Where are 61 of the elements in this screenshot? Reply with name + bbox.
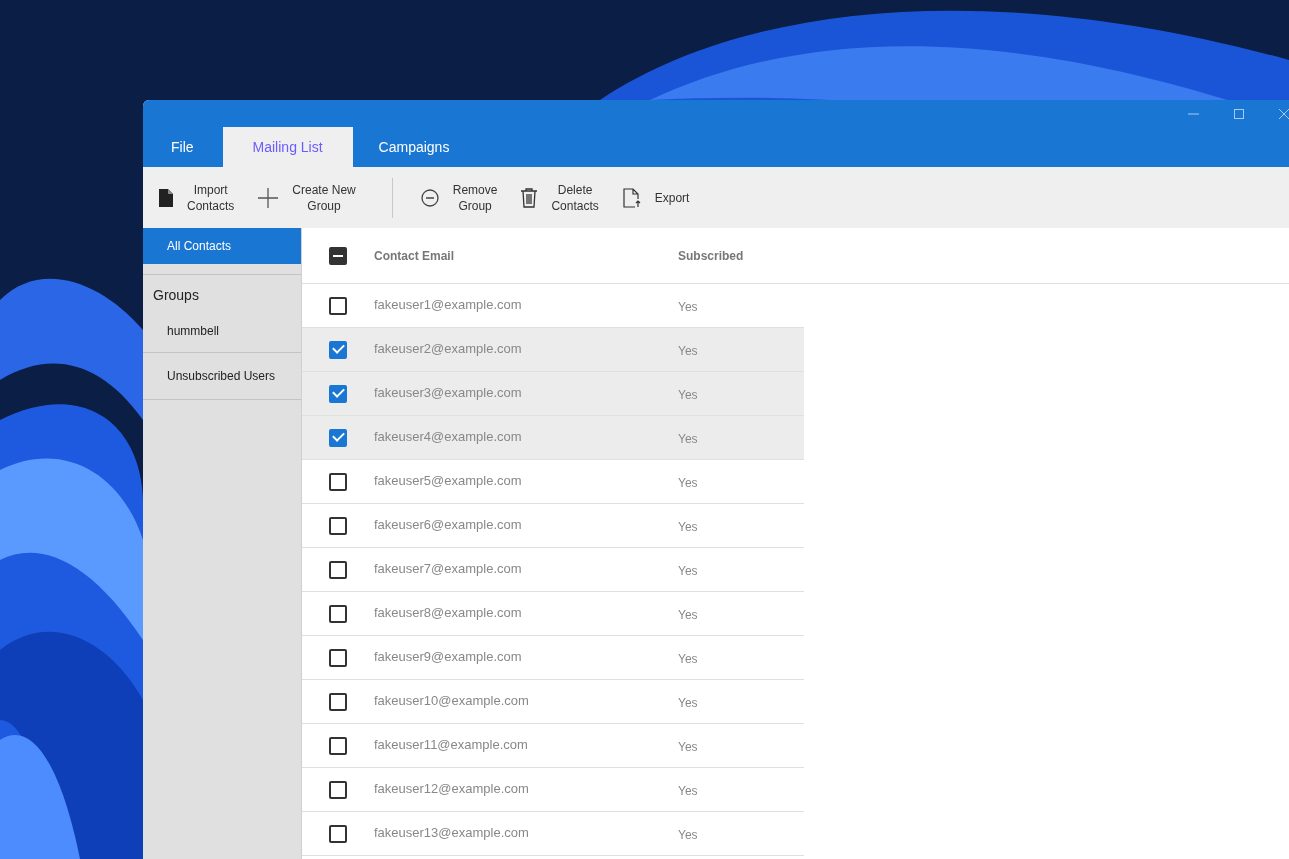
sidebar-item[interactable]: Unsubscribed Users [143, 353, 301, 400]
sidebar-item[interactable]: All Contacts [143, 228, 301, 264]
row-checkbox[interactable] [329, 824, 347, 843]
subscribed-cell: Yes [678, 387, 698, 402]
subscribed-cell: Yes [678, 783, 698, 798]
column-header[interactable]: Contact Email [374, 248, 678, 263]
email-cell-text: fakeuser3@example.com [374, 385, 523, 400]
email-cell-text: fakeuser12@example.com [374, 781, 530, 796]
maximize-icon[interactable] [1234, 108, 1244, 119]
subscribed-cell: Yes [678, 695, 698, 710]
subscribed-cell: Yes [678, 563, 698, 578]
subscribed-cell: Yes [678, 475, 698, 490]
export-icon [622, 187, 641, 208]
row-checkbox[interactable] [329, 516, 347, 535]
subscribed-cell: Yes [678, 827, 698, 842]
email-cell-text: fakeuser11@example.com [374, 737, 529, 752]
email-cell-text: fakeuser5@example.com [374, 473, 523, 488]
toolbar-button[interactable]: Remove Group [420, 181, 522, 214]
email-cell-text: fakeuser9@example.com [374, 649, 523, 664]
subscribed-cell: Yes [678, 431, 698, 446]
subscribed-cell: Yes [678, 739, 698, 754]
subscribed-cell: Yes [678, 343, 698, 358]
tab[interactable]: Campaigns [352, 127, 476, 167]
row-checkbox[interactable] [329, 560, 347, 579]
select-all-checkbox[interactable] [329, 246, 347, 265]
email-cell-text: fakeuser2@example.com [374, 341, 523, 356]
toolbar-button[interactable]: Create New Group [258, 181, 380, 214]
minus-circle-icon [420, 188, 439, 207]
subscribed-cell: Yes [678, 607, 698, 622]
tab[interactable]: File [143, 127, 223, 167]
document-icon [159, 188, 173, 207]
row-checkbox[interactable] [329, 692, 347, 711]
email-cell-text: fakeuser13@example.com [374, 825, 530, 840]
email-cell-text: fakeuser4@example.com [374, 429, 523, 444]
row-checkbox[interactable] [329, 604, 347, 623]
row-checkbox[interactable] [329, 736, 347, 755]
email-cell-text: fakeuser6@example.com [374, 517, 523, 532]
email-cell-text: fakeuser7@example.com [374, 561, 523, 576]
toolbar-button[interactable]: Delete Contacts [521, 181, 623, 214]
close-icon[interactable] [1279, 108, 1289, 119]
row-checkbox[interactable] [329, 428, 347, 447]
row-checkbox[interactable] [329, 472, 347, 491]
row-checkbox[interactable] [329, 384, 347, 403]
toolbar-button[interactable]: Export [622, 187, 714, 208]
row-checkbox[interactable] [329, 780, 347, 799]
row-checkbox[interactable] [329, 648, 347, 667]
sidebar-item[interactable]: hummbell [143, 309, 301, 353]
trash-icon [521, 187, 538, 208]
subscribed-cell: Yes [678, 651, 698, 666]
email-cell-text: fakeuser10@example.com [374, 693, 530, 708]
column-header[interactable]: Subscribed [678, 248, 744, 263]
email-cell-text: fakeuser1@example.com [374, 297, 523, 312]
row-checkbox[interactable] [329, 296, 347, 315]
row-checkbox[interactable] [329, 340, 347, 359]
subscribed-cell: Yes [678, 519, 698, 534]
plus-icon [258, 187, 279, 208]
tab[interactable]: Mailing List [222, 127, 353, 167]
toolbar-button[interactable]: Import Contacts [159, 181, 259, 214]
email-cell-text: fakeuser8@example.com [374, 605, 523, 620]
subscribed-cell: Yes [678, 299, 698, 314]
sidebar-heading: Groups [143, 274, 301, 309]
